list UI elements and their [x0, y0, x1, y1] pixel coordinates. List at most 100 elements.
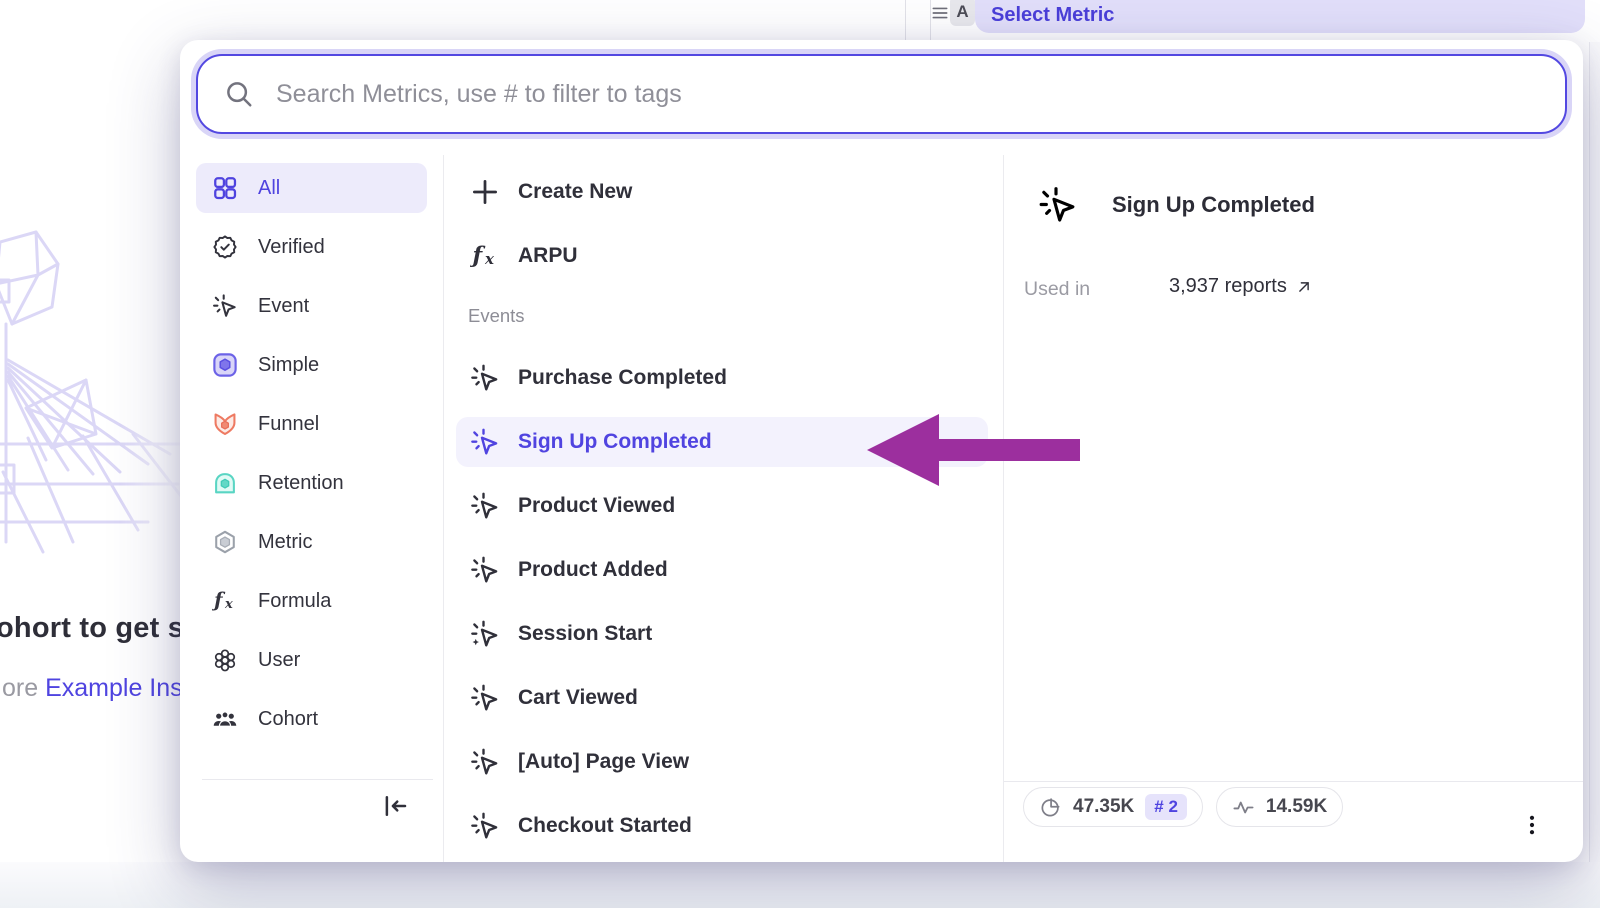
page-edge: [1589, 42, 1600, 908]
user-icon: [212, 647, 238, 673]
metric-list-item[interactable]: Cart Viewed: [456, 673, 988, 723]
formula-icon: ƒx: [470, 241, 500, 271]
drag-handle-icon[interactable]: [930, 3, 950, 23]
sidebar-item-label: All: [258, 177, 280, 200]
panel-divider: [905, 0, 906, 40]
sidebar-divider: [202, 779, 433, 780]
metric-title: Sign Up Completed: [1112, 192, 1315, 218]
stat-value: 14.59K: [1266, 796, 1327, 818]
event-icon: [212, 293, 238, 319]
metric-list-item[interactable]: ƒx ARPU: [456, 231, 988, 281]
screenshot-root: ohort to get s ore Example Ins A Select …: [0, 0, 1600, 908]
svg-text:x: x: [484, 250, 495, 268]
used-in-reports-count: 3,937 reports: [1169, 275, 1287, 298]
create-new-label: Create New: [518, 180, 632, 204]
detail-divider: [1004, 781, 1583, 782]
kebab-icon: [1520, 807, 1544, 848]
event-icon: [1038, 185, 1078, 225]
sidebar-item[interactable]: Retention: [196, 458, 427, 508]
annotation-arrow: [867, 414, 1080, 486]
event-icon: [470, 683, 500, 713]
metric-list-item-label: Checkout Started: [518, 814, 692, 838]
sidebar-item[interactable]: Funnel: [196, 399, 427, 449]
example-insights-link[interactable]: Example Ins: [45, 674, 183, 702]
event-icon: [470, 811, 500, 841]
create-new-button[interactable]: Create New: [456, 167, 988, 217]
search-icon: [224, 79, 254, 109]
search-input[interactable]: [276, 80, 1539, 109]
sidebar-item[interactable]: User: [196, 635, 427, 685]
stat-chip[interactable]: 14.59K: [1216, 787, 1343, 827]
metric-list: Create New ƒx ARPU Events Purchase Compl…: [443, 155, 1003, 862]
stat-rank-badge: # 2: [1145, 794, 1187, 820]
pie-icon: [1039, 796, 1062, 819]
metric-list-item[interactable]: Purchase Completed: [456, 353, 988, 403]
sidebar-item-label: User: [258, 649, 300, 672]
page-bottom: [0, 862, 1600, 908]
sidebar-item[interactable]: Cohort: [196, 694, 427, 744]
sidebar-item[interactable]: Simple: [196, 340, 427, 390]
collapse-icon: [380, 791, 410, 826]
sidebar-item-label: Formula: [258, 590, 331, 613]
stat-chip[interactable]: 47.35K # 2: [1023, 787, 1203, 827]
metric-list-item-label: Cart Viewed: [518, 686, 638, 710]
event-star-icon: [470, 619, 500, 649]
event-icon: [470, 363, 500, 393]
metric-list-item-label: Product Added: [518, 558, 668, 582]
background-heading-fragment: ohort to get s: [0, 612, 184, 645]
sidebar-item[interactable]: Verified: [196, 222, 427, 272]
metric-icon: [212, 529, 238, 555]
cohort-icon: [212, 706, 238, 732]
metric-slot-a-badge: A: [950, 0, 975, 26]
sidebar-item-label: Simple: [258, 354, 319, 377]
sidebar-item-label: Cohort: [258, 708, 318, 731]
svg-text:x: x: [224, 597, 233, 612]
used-in-reports-link[interactable]: 3,937 reports: [1169, 275, 1313, 298]
metric-list-item[interactable]: Session Start: [456, 609, 988, 659]
pulse-icon: [1232, 796, 1255, 819]
sidebar-item-label: Retention: [258, 472, 344, 495]
event-icon: [470, 491, 500, 521]
verified-icon: [212, 234, 238, 260]
used-in-label: Used in: [1024, 278, 1090, 301]
select-metric-header[interactable]: Select Metric: [975, 0, 1585, 33]
sidebar-item[interactable]: All: [196, 163, 427, 213]
sidebar-item-label: Metric: [258, 531, 312, 554]
metric-list-item-label: Session Start: [518, 622, 652, 646]
metric-detail-panel: Sign Up Completed Used in 3,937 reports …: [1003, 155, 1583, 862]
metric-list-item-label: [Auto] Page View: [518, 750, 689, 774]
sidebar-item-label: Event: [258, 295, 309, 318]
event-icon: [470, 427, 500, 457]
formula-icon: ƒx: [212, 588, 238, 614]
metric-list-item[interactable]: Checkout Started: [456, 801, 988, 851]
event-icon: [470, 555, 500, 585]
open-report-icon: [1295, 278, 1313, 296]
sidebar-item-label: Funnel: [258, 413, 319, 436]
funnel-icon: [212, 411, 238, 437]
select-metric-label: Select Metric: [991, 4, 1114, 27]
metric-list-item-label: Product Viewed: [518, 494, 675, 518]
sidebar-item-label: Verified: [258, 236, 325, 259]
category-sidebar: All Verified Event Simple Funnel Retenti…: [180, 155, 443, 862]
metric-list-item-label: Purchase Completed: [518, 366, 727, 390]
background-subline: ore Example Ins: [2, 674, 183, 703]
metric-list-item[interactable]: [Auto] Page View: [456, 737, 988, 787]
sidebar-item[interactable]: ƒx Formula: [196, 576, 427, 626]
retention-icon: [212, 470, 238, 496]
stat-value: 47.35K: [1073, 796, 1134, 818]
sidebar-item[interactable]: Event: [196, 281, 427, 331]
event-icon: [470, 747, 500, 777]
simple-icon: [212, 352, 238, 378]
plus-icon: [470, 177, 500, 207]
events-section-header: Events: [456, 299, 988, 327]
metric-list-item[interactable]: Product Added: [456, 545, 988, 595]
background-link-prefix: ore: [2, 674, 45, 702]
more-options-button[interactable]: [1519, 805, 1545, 849]
metric-list-item[interactable]: Product Viewed: [456, 481, 988, 531]
sidebar-item[interactable]: Metric: [196, 517, 427, 567]
metric-list-item-label: ARPU: [518, 244, 578, 268]
grid-icon: [212, 175, 238, 201]
search-box: [196, 54, 1567, 134]
metric-list-item-label: Sign Up Completed: [518, 430, 712, 454]
collapse-sidebar-button[interactable]: [376, 789, 414, 827]
